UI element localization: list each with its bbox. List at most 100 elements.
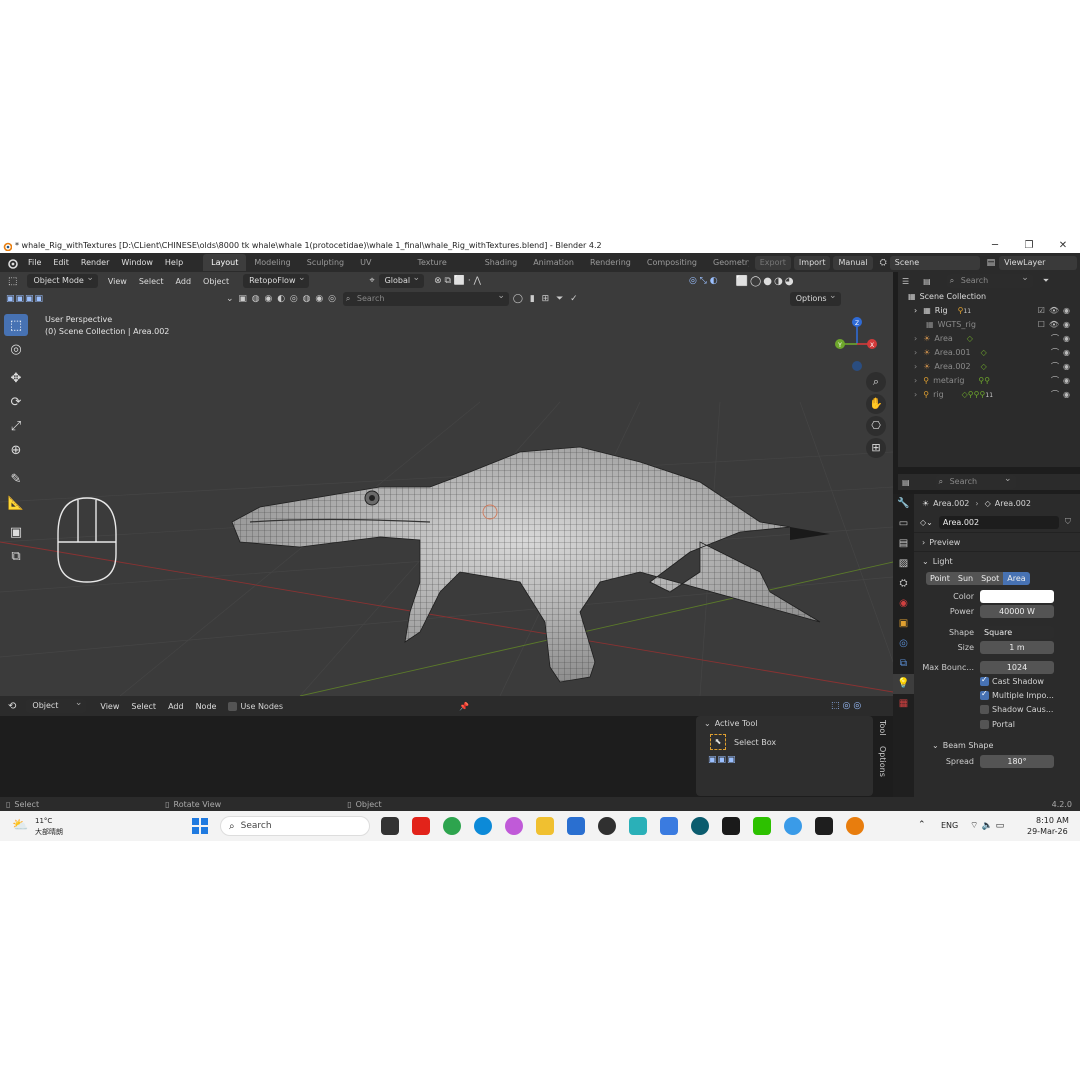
render-tab-icon[interactable]: ▭ [893,514,914,534]
light-panel-header[interactable]: ⌄ Light [914,551,1080,570]
scene-selector[interactable]: Scene [889,255,980,270]
vp-menu-select[interactable]: Select [133,277,170,286]
outliner-search[interactable]: ⌕ Search [946,271,1033,288]
node-menu-select[interactable]: Select [125,702,162,711]
menu-render[interactable]: Render [75,253,115,272]
properties-type-icon[interactable]: ▤ [902,478,910,487]
chrome-icon[interactable] [443,817,461,835]
terminal-icon[interactable] [815,817,833,835]
node-menu-view[interactable]: View [94,702,125,711]
shadow-caustics-checkbox[interactable] [980,705,989,714]
visibility-icons[interactable]: ⌒◉ [1051,360,1074,374]
lenovo-icon[interactable] [412,817,430,835]
node-menu-add[interactable]: Add [162,702,190,711]
cursor-tool[interactable]: ◎ [4,338,28,360]
tab-animation[interactable]: Animation [525,254,582,271]
viewport-search[interactable]: ⌕ Search [342,289,509,306]
chat-icon[interactable] [784,817,802,835]
editor-type-icon[interactable]: ⬚ [8,276,17,287]
file-explorer-icon[interactable] [536,817,554,835]
orientation-dropdown[interactable]: Global [378,271,425,288]
view-filter-icons[interactable]: ◯ ▮ ⊞ ⏷ ✓ [513,294,580,304]
add-object-tool[interactable]: ⧉ [4,545,28,567]
tab-options[interactable]: Options [878,746,887,777]
light-data-tab-icon[interactable]: 💡 [893,674,914,694]
close-button[interactable]: ✕ [1046,238,1080,253]
clock-date[interactable]: 29-Mar-26 [1027,827,1068,836]
retopoflow-dropdown[interactable]: RetopoFlow [243,271,310,288]
visibility-icons[interactable]: ⌒◉ [1051,346,1074,360]
outliner-item-wgts[interactable]: ▦ WGTS_rig ☐👁◉ [908,318,1080,332]
visibility-icons[interactable]: ⌒◉ [1051,388,1074,402]
beam-shape-header[interactable]: ⌄ Beam Shape [914,736,1080,754]
select-mode-set-icons[interactable]: ▣▣▣ [708,755,737,765]
navigation-gizmo[interactable]: Z X Y [832,314,882,374]
maximize-button[interactable]: ❐ [1012,238,1046,253]
filter-icon[interactable]: ⏷ [1043,276,1049,286]
clock-time[interactable]: 8:10 AM [1036,816,1069,825]
task-view-icon[interactable] [381,817,399,835]
select-mode-icons[interactable]: ▣▣▣▣ [6,294,44,304]
tray-chevron-icon[interactable]: ⌃ [918,820,926,830]
chevron-down-icon[interactable]: ⌄ [704,719,711,728]
shadow-caustics-row[interactable]: Shadow Caus... [980,705,1053,714]
add-cube-tool[interactable]: ▣ [4,521,28,543]
tab-geometry-nodes[interactable]: Geometry N [705,254,749,271]
menu-help[interactable]: Help [159,253,189,272]
size-field[interactable]: 1 m [980,641,1054,654]
creature-mesh[interactable] [231,446,830,683]
options-dropdown[interactable]: Options [789,289,841,306]
vp-menu-view[interactable]: View [102,277,133,286]
select-box-icon[interactable]: ⬉ [710,734,726,750]
annotate-tool[interactable]: ✎ [4,468,28,490]
datablock-field[interactable]: Area.002 [938,515,1059,529]
tray-icons[interactable]: ⌔🔈▭ [970,820,1007,831]
notes-icon[interactable] [660,817,678,835]
pycharm-icon[interactable] [722,817,740,835]
manual-button[interactable]: Manual [833,255,873,270]
use-nodes-checkbox[interactable] [228,701,238,711]
tab-compositing[interactable]: Compositing [639,254,705,271]
light-type-point[interactable]: Point [926,571,954,585]
spread-field[interactable]: 180° [980,755,1054,768]
object-tab-icon[interactable]: ▣ [893,614,914,634]
output-tab-icon[interactable]: ▤ [893,534,914,554]
view-layer-selector[interactable]: ViewLayer [999,255,1077,270]
rotate-tool[interactable]: ⟳ [4,391,28,413]
tab-texture-paint[interactable]: Texture Paint [410,254,477,284]
taskbar-search[interactable]: ⌕ Search [220,816,370,836]
vp-menu-object[interactable]: Object [197,277,235,286]
minimize-button[interactable]: ─ [978,238,1012,253]
outliner-item-rig2[interactable]: › ⚲ rig ◇⚲⚲⚲11 ⌒◉ [908,388,1080,402]
snap-icon[interactable]: ⊗ ⧉ ⬜ · ⋀ [434,276,481,286]
color-swatch[interactable] [980,590,1054,603]
portal-row[interactable]: Portal [980,720,1015,729]
app-icon[interactable] [691,817,709,835]
measure-tool[interactable]: 📐 [4,492,28,514]
copilot-icon[interactable] [505,817,523,835]
pan-hand-icon[interactable]: ✋ [866,394,886,414]
outliner-item-metarig[interactable]: › ⚲ metarig ⚲⚲ ⌒◉ [908,374,1080,388]
pin-icon[interactable]: 📌 [459,702,469,711]
select-box-tool[interactable]: ⬚ [4,314,28,336]
texture-tab-icon[interactable]: ▦ [893,694,914,714]
node-editor-type-icon[interactable]: ⟲ [8,701,16,712]
tool-tab-icon[interactable]: 🔧 [893,494,914,514]
visibility-icons[interactable]: ⌒◉ [1051,332,1074,346]
multiple-importance-checkbox[interactable] [980,689,989,700]
outliner-item-rig[interactable]: › ▦ Rig ⚲11 ☑👁◉ [908,304,1080,318]
start-icon[interactable] [192,818,208,834]
tab-uv-editing[interactable]: UV Editing [352,254,409,284]
maya-icon[interactable] [629,817,647,835]
power-field[interactable]: 40000 W [980,605,1054,618]
node-overlay-icons[interactable]: ⬚◎◎ [831,701,864,711]
tab-layout[interactable]: Layout [203,254,247,271]
visibility-icons[interactable]: ☑👁◉ [1038,304,1074,318]
tab-modeling[interactable]: Modeling [246,254,298,271]
outliner-root[interactable]: ▦ Scene Collection [908,290,1080,304]
menu-edit[interactable]: Edit [47,253,75,272]
menu-window[interactable]: Window [115,253,159,272]
outliner-item-area[interactable]: › ☀ Area ◇ ⌒◉ [908,332,1080,346]
weather-icon[interactable]: ⛅ [12,818,28,833]
cast-shadow-checkbox[interactable] [980,675,989,686]
